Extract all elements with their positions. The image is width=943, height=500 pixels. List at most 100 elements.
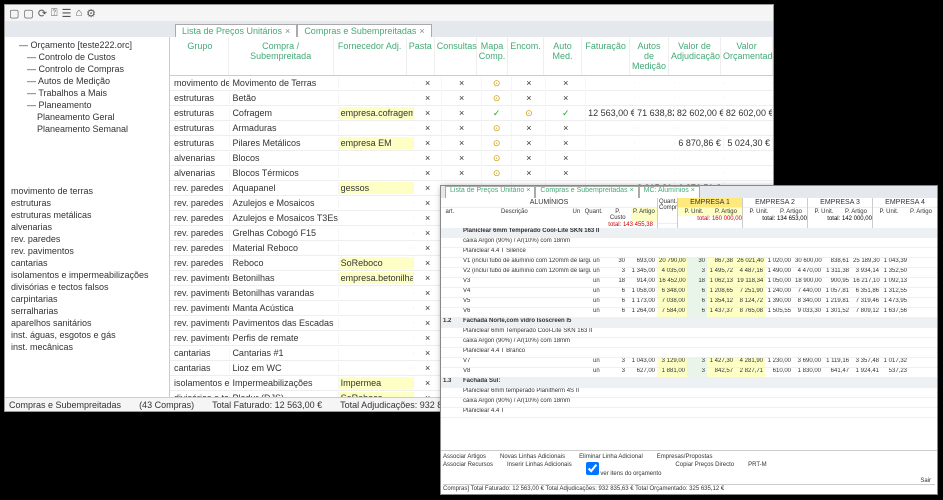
col-header[interactable]: Compra / Subempreitada <box>229 37 334 75</box>
detail-row[interactable]: 1.2Fachada Norte,com vidro Isoscreen I5 <box>441 318 937 328</box>
category-item[interactable]: divisórias e tectos falsos <box>7 281 167 293</box>
close-icon[interactable]: × <box>630 187 634 198</box>
tree-item[interactable]: — Controlo de Compras <box>7 63 167 75</box>
table-row[interactable]: movimento deMovimento de Terras××⊙×× <box>170 76 773 91</box>
category-item[interactable]: serralharias <box>7 305 167 317</box>
empresa-header[interactable]: EMPRESA 4 <box>873 198 937 208</box>
category-item[interactable]: inst. águas, esgotos e gás <box>7 329 167 341</box>
footer-link[interactable]: ver itens do orçamento <box>586 462 662 477</box>
col-header[interactable]: Mapa Comp. <box>477 37 509 75</box>
detail-row[interactable]: V7un31 043,003 129,0031 427,304 281,901 … <box>441 358 937 368</box>
tool-icon[interactable]: ⚙ <box>86 7 96 20</box>
col-header[interactable]: Valor Orçamentado <box>721 37 773 75</box>
table-row[interactable]: estruturasCofragemempresa.cofragem××✓⊙✓1… <box>170 106 773 121</box>
sidebar: — Orçamento [teste222.orc]— Controlo de … <box>5 37 170 397</box>
status-totals: Compras] Total Faturado: 12 563,00 € Tot… <box>443 484 935 492</box>
detail-row[interactable]: 1.3Fachada Sul: <box>441 378 937 388</box>
empresa-header[interactable]: EMPRESA 1 <box>678 198 742 208</box>
detail-row[interactable]: caixa Argon (90%) / Ar(10%) com 18mm <box>441 338 937 348</box>
category-item[interactable]: rev. paredes <box>7 233 167 245</box>
close-icon[interactable]: × <box>691 187 695 198</box>
col-header[interactable]: Valor de Adjudicação <box>669 37 721 75</box>
tree-item[interactable]: — Orçamento [teste222.orc] <box>7 39 167 51</box>
col-header[interactable]: Faturação <box>582 37 630 75</box>
table-row[interactable]: estruturasBetão××⊙×× <box>170 91 773 106</box>
tab-lista-precos[interactable]: Lista de Preços Unitários× <box>175 24 297 37</box>
category-item[interactable]: rev. pavimentos <box>7 245 167 257</box>
table-row[interactable]: estruturasPilares Metálicosempresa EM××⊙… <box>170 136 773 151</box>
tool-icon[interactable]: ▢ <box>23 7 33 20</box>
detail-row[interactable]: V3un18914,0016 452,00181 062,1319 118,34… <box>441 278 937 288</box>
tab[interactable]: Compras e Subempreitadas× <box>535 186 638 198</box>
detail-row[interactable]: V8un3627,001 881,003842,572 827,71610,00… <box>441 368 937 378</box>
tool-icon[interactable]: ⍰ <box>51 7 58 20</box>
tab-compras[interactable]: Compras e Subempreitadas× <box>297 24 431 37</box>
detail-row[interactable]: Planiclear 4.4 T <box>441 408 937 418</box>
tree-item[interactable]: — Trabalhos a Mais <box>7 87 167 99</box>
col-header[interactable]: Auto Med. <box>544 37 583 75</box>
category-item[interactable]: aparelhos sanitários <box>7 317 167 329</box>
detail-row[interactable]: Planiclear 6mm Temperado Cool-Lite SKN 1… <box>441 228 937 238</box>
detail-row[interactable]: Planiclear 6mm temperado Planitherm 4S I… <box>441 388 937 398</box>
detail-row[interactable]: V6un61 264,007 584,0061 437,378 765,081 … <box>441 308 937 318</box>
tree-item[interactable]: — Autos de Medição <box>7 75 167 87</box>
col-header[interactable]: Pasta <box>407 37 435 75</box>
category-item[interactable]: isolamentos e impermeabilizações <box>7 269 167 281</box>
tab-bar: Lista de Preços Unitários× Compras e Sub… <box>5 21 773 37</box>
footer-link[interactable]: PRT-M <box>748 462 767 477</box>
category-item[interactable]: estruturas metálicas <box>7 209 167 221</box>
footer-link[interactable]: Empresas/Propostas <box>657 454 713 460</box>
detail-row[interactable]: Planiclear 6mm Temperado Cool-Lite SKN 1… <box>441 328 937 338</box>
detail-row[interactable]: caixa Argon (90%) / Ar(10%) com 18mm <box>441 398 937 408</box>
detail-row[interactable]: caixa Argon (90%) / Ar(10%) com 18mm <box>441 238 937 248</box>
footer-link[interactable]: Associar Artigos <box>443 454 486 460</box>
col-header[interactable]: Autos de Medição <box>630 37 669 75</box>
footer: Associar Artigos Novas Linhas Adicionais E… <box>441 450 937 494</box>
tree-item[interactable]: Planeamento Semanal <box>7 123 167 135</box>
close-icon[interactable]: × <box>285 26 290 36</box>
tab-bar: Lista de Preços Unitário× Compras e Sube… <box>441 186 937 198</box>
tool-icon[interactable]: ☰ <box>62 7 72 20</box>
tool-icon[interactable]: ▢ <box>9 7 19 20</box>
category-item[interactable]: alvenarias <box>7 221 167 233</box>
footer-link[interactable]: Eliminar Linha Adicional <box>579 454 643 460</box>
tab[interactable]: Lista de Preços Unitário× <box>445 186 535 198</box>
tool-icon[interactable]: ⟳ <box>38 7 47 20</box>
col-header[interactable]: Grupo <box>170 37 229 75</box>
category-item[interactable]: carpintarias <box>7 293 167 305</box>
close-icon[interactable]: × <box>526 187 530 198</box>
table-row[interactable]: alvenariasBlocos××⊙×× <box>170 151 773 166</box>
detail-row[interactable]: Planiclear 4.4 T Silence <box>441 248 937 258</box>
table-row[interactable]: estruturasArmaduras××⊙×× <box>170 121 773 136</box>
empresa-header[interactable]: EMPRESA 2 <box>743 198 807 208</box>
tree-item[interactable]: Planeamento Geral <box>7 111 167 123</box>
footer-link[interactable]: Copiar Preços Directo <box>675 462 734 477</box>
table-row[interactable]: alvenariasBlocos Térmicos××⊙×× <box>170 166 773 181</box>
tool-icon[interactable]: ⌂ <box>76 7 83 19</box>
category-item[interactable]: movimento de terras <box>7 185 167 197</box>
detail-row[interactable]: V5un61 173,007 038,0061 354,128 124,721 … <box>441 298 937 308</box>
category-item[interactable]: estruturas <box>7 197 167 209</box>
close-icon[interactable]: × <box>419 26 424 36</box>
footer-link[interactable]: Associar Recursos <box>443 462 493 477</box>
group-title: ALUMÍNIOS <box>441 198 657 208</box>
tree-item[interactable]: — Controlo de Custos <box>7 51 167 63</box>
col-header[interactable]: Consultas <box>435 37 477 75</box>
detail-row[interactable]: V2 (incluí tubo de alumínio com 120mm de… <box>441 268 937 278</box>
footer-link[interactable]: Inserir Linhas Adicionais <box>507 462 572 477</box>
category-item[interactable]: cantarias <box>7 257 167 269</box>
detail-row[interactable]: Planiclear 4.4 T Branco <box>441 348 937 358</box>
category-item[interactable]: inst. mecânicas <box>7 341 167 353</box>
toolbar: ▢ ▢ ⟳ ⍰ ☰ ⌂ ⚙ <box>5 5 773 21</box>
comparison-window: Lista de Preços Unitário× Compras e Sube… <box>440 185 938 495</box>
ver-itens-checkbox[interactable] <box>586 462 599 475</box>
detail-row[interactable]: V1 (incluí tubo de alumínio com 120mm de… <box>441 258 937 268</box>
footer-link[interactable]: Novas Linhas Adicionais <box>500 454 565 460</box>
detail-row[interactable]: V4un61 058,006 348,0061 208,657 251,901 … <box>441 288 937 298</box>
empresa-header[interactable]: EMPRESA 3 <box>808 198 872 208</box>
col-header[interactable]: Fornecedor Adj. <box>334 37 407 75</box>
tab[interactable]: MC: Alumínios× <box>639 186 700 198</box>
sair-button[interactable]: Sair <box>920 478 931 484</box>
tree-item[interactable]: — Planeamento <box>7 99 167 111</box>
col-header[interactable]: Encom. <box>508 37 544 75</box>
